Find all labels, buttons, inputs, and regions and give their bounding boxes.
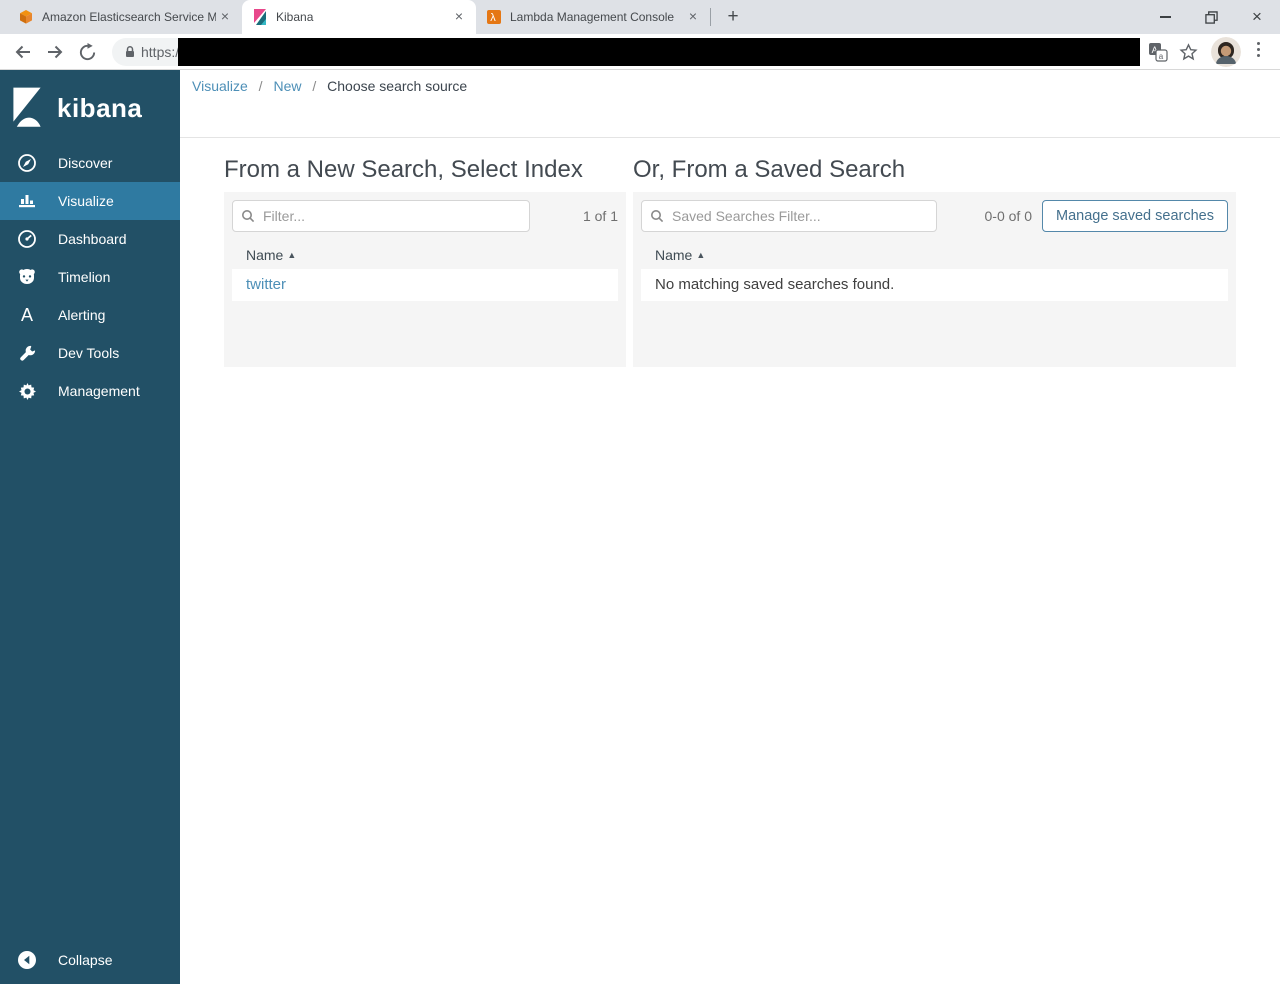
collapse-label: Collapse	[58, 952, 113, 968]
close-tab-icon[interactable]: ×	[684, 8, 702, 26]
tab-title: Kibana	[276, 10, 314, 24]
back-icon[interactable]	[12, 41, 34, 63]
index-filter-input[interactable]	[232, 200, 530, 232]
sidebar-item-label: Dashboard	[58, 231, 127, 247]
url-scheme-text: https:/	[141, 44, 180, 60]
bookmark-star-icon[interactable]	[1176, 40, 1200, 64]
bar-chart-icon	[17, 191, 37, 211]
sidebar-item-label: Timelion	[58, 269, 111, 285]
tab-amazon-elasticsearch[interactable]: Amazon Elasticsearch Service Ma ×	[8, 0, 242, 34]
reload-icon[interactable]	[76, 41, 98, 63]
main-content: Visualize / New / Choose search source F…	[180, 70, 1280, 984]
browser-toolbar: https:/ Aa	[0, 34, 1280, 70]
lion-face-icon	[17, 267, 37, 287]
address-bar[interactable]: https:/	[112, 38, 1140, 66]
breadcrumb-current: Choose search source	[327, 78, 468, 94]
forward-icon[interactable]	[44, 41, 66, 63]
kibana-logo: kibana	[0, 70, 180, 132]
wrench-icon	[17, 343, 37, 363]
sidebar-item-label: Dev Tools	[58, 345, 120, 361]
breadcrumb-new-link[interactable]: New	[273, 78, 301, 94]
saved-search-filter-input[interactable]	[641, 200, 937, 232]
breadcrumb-separator: /	[312, 78, 317, 94]
minimize-window-icon[interactable]	[1142, 0, 1188, 34]
close-window-icon[interactable]: ×	[1234, 0, 1280, 34]
search-icon	[650, 209, 664, 228]
sidebar-collapse-button[interactable]: Collapse	[0, 941, 180, 979]
empty-message: No matching saved searches found.	[655, 276, 895, 293]
svg-text:λ: λ	[490, 12, 496, 24]
sidebar-item-dev-tools[interactable]: Dev Tools	[0, 334, 180, 372]
close-tab-icon[interactable]: ×	[216, 8, 234, 26]
search-icon	[241, 209, 255, 228]
sidebar-item-label: Alerting	[58, 307, 106, 323]
index-row-twitter[interactable]: twitter	[232, 269, 618, 301]
compass-icon	[17, 153, 37, 173]
sidebar-item-label: Discover	[58, 155, 113, 171]
restore-window-icon[interactable]	[1188, 0, 1234, 34]
tab-title: Lambda Management Console	[510, 10, 675, 24]
browser-tab-strip: Amazon Elasticsearch Service Ma × Kibana…	[0, 0, 1280, 34]
sidebar-item-discover[interactable]: Discover	[0, 144, 180, 182]
saved-search-panel: Or, From a Saved Search 0-0 of 0 Manage …	[633, 156, 1236, 367]
letter-a-icon: A	[20, 305, 33, 325]
aws-cube-icon	[18, 9, 34, 25]
sidebar-nav: Discover Visualize Dashboard Timelion A …	[0, 144, 180, 410]
saved-search-empty-row: No matching saved searches found.	[641, 269, 1228, 301]
sidebar-item-timelion[interactable]: Timelion	[0, 258, 180, 296]
close-tab-icon[interactable]: ×	[450, 8, 468, 26]
gauge-icon	[17, 229, 37, 249]
kibana-sidebar: kibana Discover Visualize Dashboard Time…	[0, 70, 180, 984]
lambda-icon: λ	[486, 9, 502, 25]
sort-asc-icon: ▲	[696, 250, 706, 260]
kibana-k-icon	[13, 87, 41, 127]
kibana-logo-text: kibana	[57, 92, 143, 123]
translate-icon[interactable]: Aa	[1146, 40, 1170, 64]
collapse-arrow-icon	[17, 950, 37, 970]
sidebar-item-dashboard[interactable]: Dashboard	[0, 220, 180, 258]
svg-text:a: a	[1159, 52, 1164, 61]
breadcrumb: Visualize / New / Choose search source	[180, 70, 1280, 138]
sidebar-item-visualize[interactable]: Visualize	[0, 182, 180, 220]
gear-icon	[17, 381, 37, 401]
choose-source-content: From a New Search, Select Index 1 of 1 N…	[180, 138, 1280, 367]
profile-avatar[interactable]	[1211, 37, 1241, 67]
saved-search-list-box: 0-0 of 0 Manage saved searches Name▲ No …	[633, 192, 1236, 367]
index-link[interactable]: twitter	[246, 276, 286, 293]
lock-icon[interactable]	[123, 45, 137, 64]
index-list-box: 1 of 1 Name▲ twitter	[224, 192, 626, 367]
manage-saved-searches-button[interactable]: Manage saved searches	[1042, 200, 1228, 232]
tab-title: Amazon Elasticsearch Service Ma	[42, 10, 216, 24]
tab-separator	[710, 8, 711, 26]
new-search-panel-title: From a New Search, Select Index	[224, 156, 583, 183]
browser-menu-icon[interactable]	[1256, 42, 1260, 57]
sort-asc-icon: ▲	[287, 250, 297, 260]
new-search-panel: From a New Search, Select Index 1 of 1 N…	[224, 156, 626, 367]
index-name-column-header[interactable]: Name ▲	[232, 242, 618, 269]
saved-search-name-column-header[interactable]: Name ▲	[641, 242, 1228, 269]
saved-search-count: 0-0 of 0	[984, 208, 1032, 224]
sidebar-item-label: Visualize	[58, 193, 114, 209]
new-tab-button[interactable]: +	[719, 3, 747, 31]
kibana-logo-icon	[252, 9, 268, 25]
breadcrumb-visualize-link[interactable]: Visualize	[192, 78, 248, 94]
app-window: kibana Discover Visualize Dashboard Time…	[0, 70, 1280, 984]
redacted-url	[178, 38, 1140, 66]
tab-lambda-console[interactable]: λ Lambda Management Console ×	[476, 0, 710, 34]
sidebar-item-label: Management	[58, 383, 140, 399]
breadcrumb-separator: /	[258, 78, 263, 94]
tab-kibana[interactable]: Kibana ×	[242, 0, 476, 34]
index-count: 1 of 1	[582, 208, 618, 224]
sidebar-item-management[interactable]: Management	[0, 372, 180, 410]
saved-search-panel-title: Or, From a Saved Search	[633, 156, 906, 183]
window-controls: ×	[1142, 0, 1280, 34]
sidebar-item-alerting[interactable]: A Alerting	[0, 296, 180, 334]
